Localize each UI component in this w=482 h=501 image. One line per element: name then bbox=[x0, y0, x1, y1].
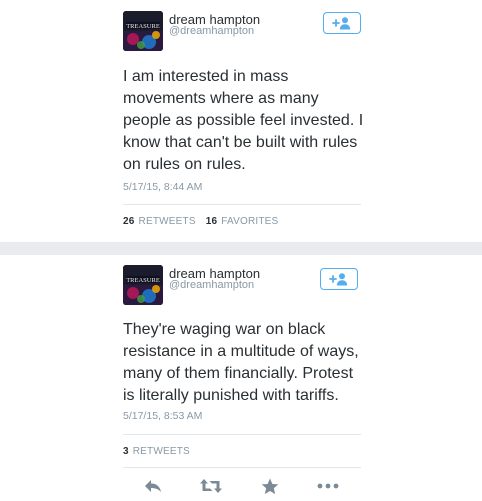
follow-button[interactable] bbox=[320, 268, 358, 290]
avatar-lettering: TREASURE bbox=[126, 277, 160, 284]
retweet-icon bbox=[200, 479, 222, 493]
twitter-detail-screen: TREASURE dream hampton @dreamhampton I a… bbox=[0, 0, 482, 501]
tweet-card: TREASURE dream hampton @dreamhampton The… bbox=[111, 255, 367, 501]
tweet-action-bar bbox=[111, 472, 367, 501]
tweet-text: They're waging war on black resistance i… bbox=[123, 321, 359, 404]
retweets-label[interactable]: RETWEETS bbox=[139, 216, 196, 227]
divider bbox=[123, 467, 361, 468]
avatar-lettering: TREASURE bbox=[126, 23, 160, 30]
user-handle[interactable]: @dreamhampton bbox=[169, 279, 254, 291]
tweet-timestamp[interactable]: 5/17/15, 8:53 AM bbox=[123, 410, 202, 422]
add-user-icon bbox=[329, 273, 348, 286]
tweet-card: TREASURE dream hampton @dreamhampton I a… bbox=[111, 0, 367, 242]
tweet-stats: 3 RETWEETS bbox=[123, 446, 196, 457]
add-user-icon bbox=[332, 17, 351, 30]
favorites-count[interactable]: 16 bbox=[206, 216, 218, 227]
user-handle[interactable]: @dreamhampton bbox=[169, 25, 254, 37]
retweet-button[interactable] bbox=[197, 472, 225, 500]
favorite-button[interactable] bbox=[256, 472, 284, 500]
favorite-icon bbox=[261, 478, 279, 494]
divider bbox=[123, 204, 361, 205]
reply-icon bbox=[145, 480, 161, 492]
retweets-count[interactable]: 26 bbox=[123, 216, 135, 227]
favorites-label[interactable]: FAVORITES bbox=[221, 216, 278, 227]
more-icon bbox=[317, 483, 339, 489]
avatar[interactable]: TREASURE bbox=[123, 265, 163, 305]
follow-button[interactable] bbox=[323, 12, 361, 34]
tweet-text: I am interested in mass movements where … bbox=[123, 68, 364, 173]
tweet-separator bbox=[0, 242, 482, 255]
retweets-label[interactable]: RETWEETS bbox=[133, 446, 190, 457]
divider bbox=[123, 434, 361, 435]
reply-button[interactable] bbox=[139, 472, 167, 500]
more-button[interactable] bbox=[314, 472, 342, 500]
tweet-stats: 26 RETWEETS 16 FAVORITES bbox=[123, 216, 284, 227]
tweet-timestamp[interactable]: 5/17/15, 8:44 AM bbox=[123, 181, 202, 193]
avatar[interactable]: TREASURE bbox=[123, 11, 163, 51]
retweets-count[interactable]: 3 bbox=[123, 446, 129, 457]
